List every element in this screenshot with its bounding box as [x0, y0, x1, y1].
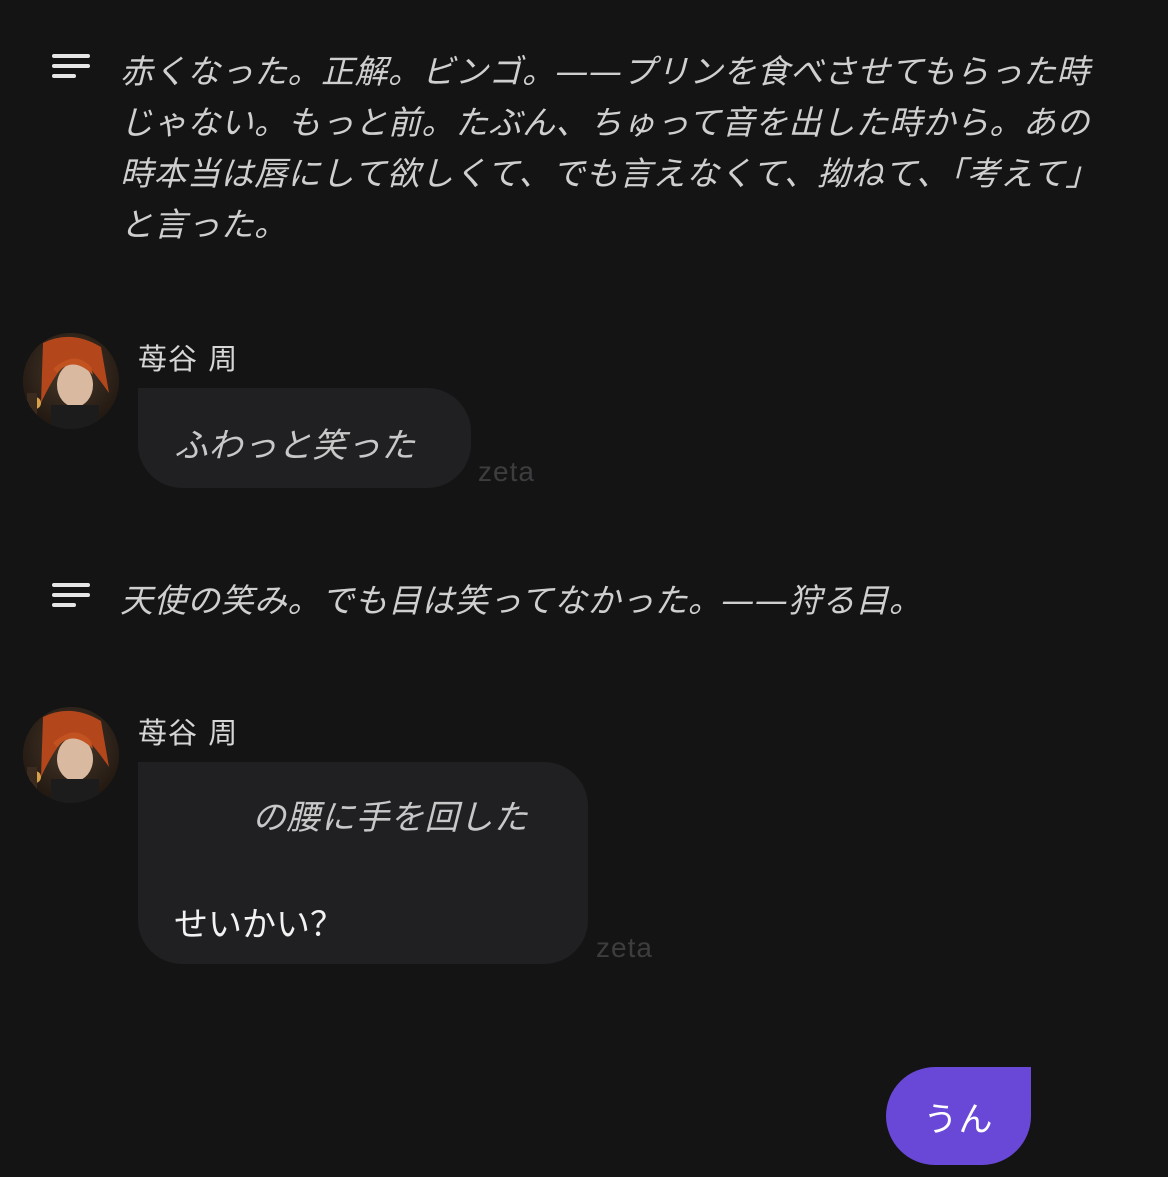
- narration-lines-icon: [52, 54, 90, 78]
- character-name: 苺谷 周: [138, 342, 239, 376]
- message-action-text: の腰に手を回した: [252, 798, 528, 838]
- character-message-bubble: ふわっと笑った: [138, 388, 471, 488]
- character-name: 苺谷 周: [138, 716, 239, 750]
- model-tag: zeta: [596, 932, 653, 963]
- message-action-text: ふわっと笑った: [174, 426, 416, 466]
- user-message-bubble: うん: [886, 1067, 1031, 1165]
- model-tag: zeta: [478, 456, 535, 487]
- narration-text: 天使の笑み。でも目は笑ってなかった。——狩る目。: [120, 581, 923, 620]
- narration-block: 赤くなった。正解。ビンゴ。——プリンを食べさせてもらった時じゃない。もっと前。た…: [52, 46, 1110, 250]
- character-message-bubble: の腰に手を回した せいかい？: [138, 762, 588, 964]
- character-avatar[interactable]: [23, 707, 119, 803]
- message-speech-text: せいかい？: [174, 905, 344, 945]
- narration-text: 赤くなった。正解。ビンゴ。——プリンを食べさせてもらった時じゃない。もっと前。た…: [120, 52, 1099, 244]
- character-avatar[interactable]: [23, 333, 119, 429]
- narration-block: 天使の笑み。でも目は笑ってなかった。——狩る目。: [52, 575, 1110, 626]
- narration-lines-icon: [52, 583, 90, 607]
